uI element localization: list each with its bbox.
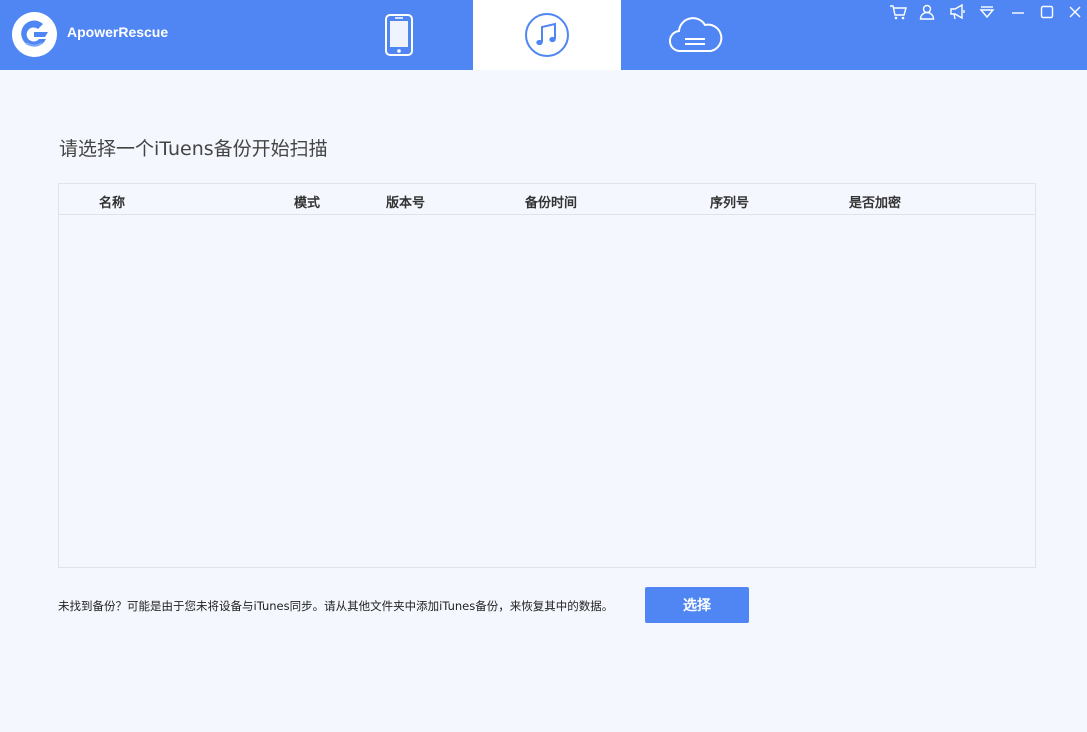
music-note-icon [525,13,569,57]
top-bar: ApowerRescue [0,0,1087,70]
cloud-icon [669,17,723,53]
table-header: 名称 模式 版本号 备份时间 序列号 是否加密 [59,184,1035,215]
announcement-button[interactable] [943,0,971,24]
column-header-name[interactable]: 名称 [99,192,125,211]
app-logo-icon [12,12,57,57]
cart-icon [890,5,907,20]
menu-button[interactable] [973,0,1001,24]
page-title: 请选择一个iTuens备份开始扫描 [59,138,328,160]
table-body[interactable] [59,215,1035,567]
column-header-serial-number[interactable]: 序列号 [710,192,749,211]
cart-button[interactable] [884,0,912,24]
minimize-icon [1012,12,1024,14]
maximize-button[interactable] [1033,0,1061,24]
column-header-version[interactable]: 版本号 [386,192,425,211]
user-button[interactable] [913,0,941,24]
column-header-backup-time[interactable]: 备份时间 [525,192,577,211]
no-backup-hint: 未找到备份？可能是由于您未将设备与iTunes同步。请从其他文件夹中添加iTun… [58,599,614,613]
tab-itunes-recovery[interactable] [473,0,621,70]
phone-icon [385,14,413,56]
close-button[interactable] [1061,0,1087,24]
tab-icloud-recovery[interactable] [621,0,769,70]
dropdown-menu-icon [979,6,995,19]
select-backup-button[interactable]: 选择 [645,587,749,623]
backup-table: 名称 模式 版本号 备份时间 序列号 是否加密 [58,183,1036,568]
maximize-icon [1040,5,1054,19]
megaphone-icon [949,4,965,20]
column-header-encrypted[interactable]: 是否加密 [849,192,901,211]
close-icon [1069,6,1081,18]
minimize-button[interactable] [1004,0,1032,24]
tab-phone-recovery[interactable] [325,0,473,70]
user-icon [919,4,935,20]
app-name: ApowerRescue [67,24,169,40]
column-header-mode[interactable]: 模式 [294,192,320,211]
